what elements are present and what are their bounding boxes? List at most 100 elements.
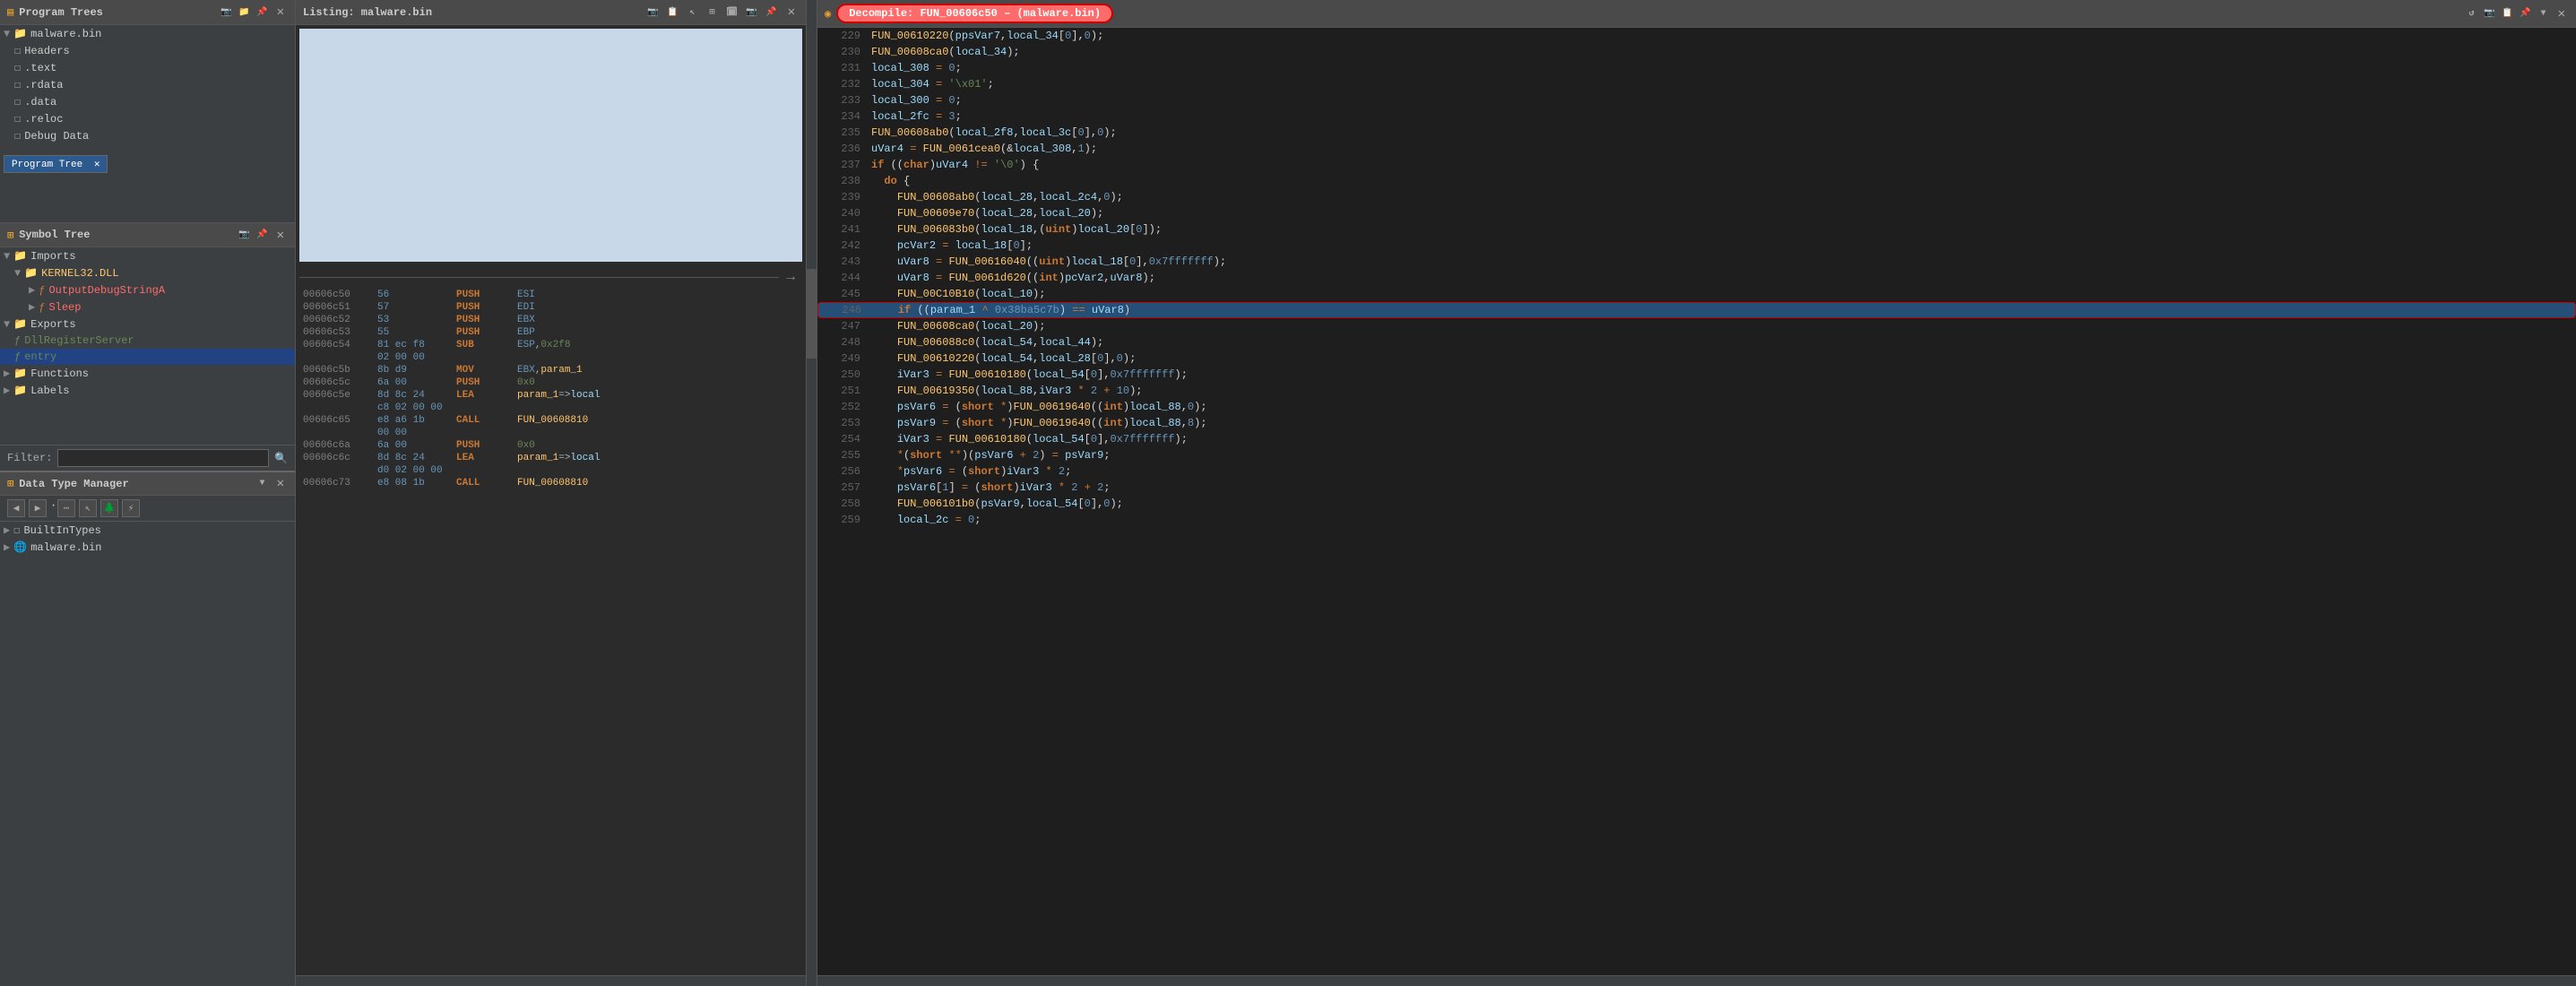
code-line-236[interactable]: 236 uVar4 = FUN_0061cea0(&local_308,1); <box>817 141 2576 157</box>
tree-item-functions[interactable]: ▶ 📁 Functions <box>0 365 295 382</box>
code-line-240[interactable]: 240 FUN_00609e70(local_28,local_20); <box>817 205 2576 221</box>
listing-row-606c52[interactable]: 00606c52 53 PUSH EBX <box>299 314 802 326</box>
tree-item-rdata[interactable]: ☐ .rdata <box>0 76 295 93</box>
listing-snapshot2-icon[interactable]: 📋 <box>666 5 680 20</box>
vscrollbar-thumb <box>807 269 817 359</box>
code-line-259[interactable]: 259 local_2c = 0; <box>817 512 2576 528</box>
tree-item-reloc[interactable]: ☐ .reloc <box>0 110 295 127</box>
tree-item-malware-bin-dt[interactable]: ▶ 🌐 malware.bin <box>0 539 295 556</box>
listing-pin-icon[interactable]: 📌 <box>765 5 779 20</box>
listing-row-606c65[interactable]: 00606c65 e8 a6 1b CALL FUN_00608810 <box>299 414 802 427</box>
filter-search-icon[interactable]: 🔍 <box>274 452 288 465</box>
symbol-tree-close-btn[interactable]: ✕ <box>273 228 288 243</box>
symbol-tree-snapshot-icon[interactable]: 📷 <box>238 228 252 242</box>
tree-item-builtin[interactable]: ▶ ☐ BuiltInTypes <box>0 522 295 539</box>
dt-filter-btn[interactable]: ⚡ <box>122 499 140 517</box>
tree-item-entry[interactable]: ƒ entry <box>0 349 295 365</box>
code-line-233[interactable]: 233 local_300 = 0; <box>817 92 2576 108</box>
tree-item-malware-bin[interactable]: ▼ 📁 malware.bin <box>0 25 295 42</box>
listing-camera-icon[interactable]: 📷 <box>745 5 759 20</box>
tree-item-debug[interactable]: ☐ Debug Data <box>0 127 295 144</box>
listing-row-606c6a[interactable]: 00606c6a 6a 00 PUSH 0x0 <box>299 439 802 452</box>
program-trees-close-btn[interactable]: ✕ <box>273 4 288 20</box>
code-line-244[interactable]: 244 uVar8 = FUN_0061d620((int)pcVar2,uVa… <box>817 270 2576 286</box>
program-trees-pin-icon[interactable]: 📌 <box>255 5 270 20</box>
listing-hscrollbar[interactable] <box>296 975 806 986</box>
listing-row-606c54[interactable]: 00606c54 81 ec f8 SUB ESP,0x2f8 <box>299 339 802 351</box>
data-type-expand-icon[interactable]: ▼ <box>255 477 270 491</box>
code-line-251[interactable]: 251 FUN_00619350(local_88,iVar3 * 2 + 10… <box>817 383 2576 399</box>
decompile-snapshot-icon[interactable]: 📷 <box>2483 6 2497 21</box>
code-line-254[interactable]: 254 iVar3 = FUN_00610180(local_54[0],0x7… <box>817 431 2576 447</box>
decompile-close-btn[interactable]: ✕ <box>2554 6 2569 22</box>
code-line-246[interactable]: 246 if ((param_1 ^ 0x38ba5c7b) == uVar8) <box>817 302 2576 318</box>
tree-item-imports[interactable]: ▼ 📁 Imports <box>0 247 295 264</box>
listing-row-606c5c[interactable]: 00606c5c 6a 00 PUSH 0x0 <box>299 376 802 389</box>
decompile-camera-icon[interactable]: 📋 <box>2501 6 2515 21</box>
code-line-239[interactable]: 239 FUN_00608ab0(local_28,local_2c4,0); <box>817 189 2576 205</box>
tree-item-kernel32[interactable]: ▼ 📁 KERNEL32.DLL <box>0 264 295 281</box>
program-trees-folder-icon[interactable]: 📁 <box>238 5 252 20</box>
code-line-243[interactable]: 243 uVar8 = FUN_00616040((uint)local_18[… <box>817 254 2576 270</box>
listing-row-606c53[interactable]: 00606c53 55 PUSH EBP <box>299 326 802 339</box>
tree-item-outputdebug[interactable]: ▶ ƒ OutputDebugStringA <box>0 281 295 298</box>
listing-cursor-icon[interactable]: ↖ <box>686 5 700 20</box>
code-line-257[interactable]: 257 psVar6[1] = (short)iVar3 * 2 + 2; <box>817 480 2576 496</box>
code-line-238[interactable]: 238 do { <box>817 173 2576 189</box>
code-line-235[interactable]: 235 FUN_00608ab0(local_2f8,local_3c[0],0… <box>817 125 2576 141</box>
code-line-242[interactable]: 242 pcVar2 = local_18[0]; <box>817 238 2576 254</box>
code-line-229[interactable]: 229 FUN_00610220(ppsVar7,local_34[0],0); <box>817 28 2576 44</box>
data-type-close-btn[interactable]: ✕ <box>273 476 288 491</box>
listing-snapshot-icon[interactable]: 📷 <box>646 5 661 20</box>
listing-nav-icon[interactable]: 🗓 <box>725 5 739 20</box>
decompile-hscrollbar[interactable] <box>817 975 2576 986</box>
code-line-258[interactable]: 258 FUN_006101b0(psVar9,local_54[0],0); <box>817 496 2576 512</box>
tree-item-data[interactable]: ☐ .data <box>0 93 295 110</box>
tree-item-exports[interactable]: ▼ 📁 Exports <box>0 316 295 333</box>
tree-item-dllregister[interactable]: ƒ DllRegisterServer <box>0 333 295 349</box>
code-text-242: pcVar2 = local_18[0]; <box>871 239 1033 252</box>
dt-next-btn[interactable]: ▶ <box>29 499 47 517</box>
tree-item-headers[interactable]: ☐ Headers <box>0 42 295 59</box>
dt-tree-btn[interactable]: 🌲 <box>100 499 118 517</box>
listing-row-606c50[interactable]: 00606c50 56 PUSH ESI <box>299 289 802 301</box>
listing-row-606c5b[interactable]: 00606c5b 8b d9 MOV EBX,param_1 <box>299 364 802 376</box>
code-line-232[interactable]: 232 local_304 = '\x01'; <box>817 76 2576 92</box>
listing-close-btn[interactable]: ✕ <box>784 4 799 20</box>
tree-item-text[interactable]: ☐ .text <box>0 59 295 76</box>
filter-input[interactable] <box>57 449 269 467</box>
dt-cursor-btn[interactable]: ↖ <box>79 499 97 517</box>
tree-item-labels[interactable]: ▶ 📁 Labels <box>0 382 295 399</box>
program-tree-tab[interactable]: Program Tree ✕ <box>4 155 108 173</box>
code-line-250[interactable]: 250 iVar3 = FUN_00610180(local_54[0],0x7… <box>817 367 2576 383</box>
decompile-pin-icon[interactable]: 📌 <box>2519 6 2533 21</box>
listing-title: Listing: malware.bin <box>303 6 432 19</box>
dt-dots-btn[interactable]: ⋯ <box>57 499 75 517</box>
code-line-231[interactable]: 231 local_308 = 0; <box>817 60 2576 76</box>
listing-row-606c6c[interactable]: 00606c6c 8d 8c 24 LEA param_1=>local <box>299 452 802 464</box>
code-line-248[interactable]: 248 FUN_006088c0(local_54,local_44); <box>817 334 2576 350</box>
decompile-expand-icon[interactable]: ▼ <box>2537 6 2551 21</box>
dt-prev-btn[interactable]: ◀ <box>7 499 25 517</box>
middle-vscrollbar[interactable] <box>807 0 817 986</box>
listing-row-606c5e[interactable]: 00606c5e 8d 8c 24 LEA param_1=>local <box>299 389 802 402</box>
program-trees-snapshot-icon[interactable]: 📷 <box>220 5 234 20</box>
code-line-237[interactable]: 237 if ((char)uVar4 != '\0') { <box>817 157 2576 173</box>
code-line-247[interactable]: 247 FUN_00608ca0(local_20); <box>817 318 2576 334</box>
code-line-241[interactable]: 241 FUN_006083b0(local_18,(uint)local_20… <box>817 221 2576 238</box>
code-line-230[interactable]: 230 FUN_00608ca0(local_34); <box>817 44 2576 60</box>
listing-row-606c73[interactable]: 00606c73 e8 08 1b CALL FUN_00608810 <box>299 477 802 489</box>
code-line-249[interactable]: 249 FUN_00610220(local_54,local_28[0],0)… <box>817 350 2576 367</box>
listing-row-606c51[interactable]: 00606c51 57 PUSH EDI <box>299 301 802 314</box>
code-line-253[interactable]: 253 psVar9 = (short *)FUN_00619640((int)… <box>817 415 2576 431</box>
program-tree-tab-close[interactable]: ✕ <box>94 160 100 170</box>
code-line-245[interactable]: 245 FUN_00C10B10(local_10); <box>817 286 2576 302</box>
tree-item-sleep[interactable]: ▶ ƒ Sleep <box>0 298 295 316</box>
code-line-234[interactable]: 234 local_2fc = 3; <box>817 108 2576 125</box>
code-line-252[interactable]: 252 psVar6 = (short *)FUN_00619640((int)… <box>817 399 2576 415</box>
code-line-255[interactable]: 255 *(short **)(psVar6 + 2) = psVar9; <box>817 447 2576 463</box>
symbol-tree-pin-icon[interactable]: 📌 <box>255 228 270 242</box>
decompile-refresh-icon[interactable]: ↺ <box>2465 6 2479 21</box>
listing-grid-icon[interactable]: ⊞ <box>705 5 720 20</box>
code-line-256[interactable]: 256 *psVar6 = (short)iVar3 * 2; <box>817 463 2576 480</box>
